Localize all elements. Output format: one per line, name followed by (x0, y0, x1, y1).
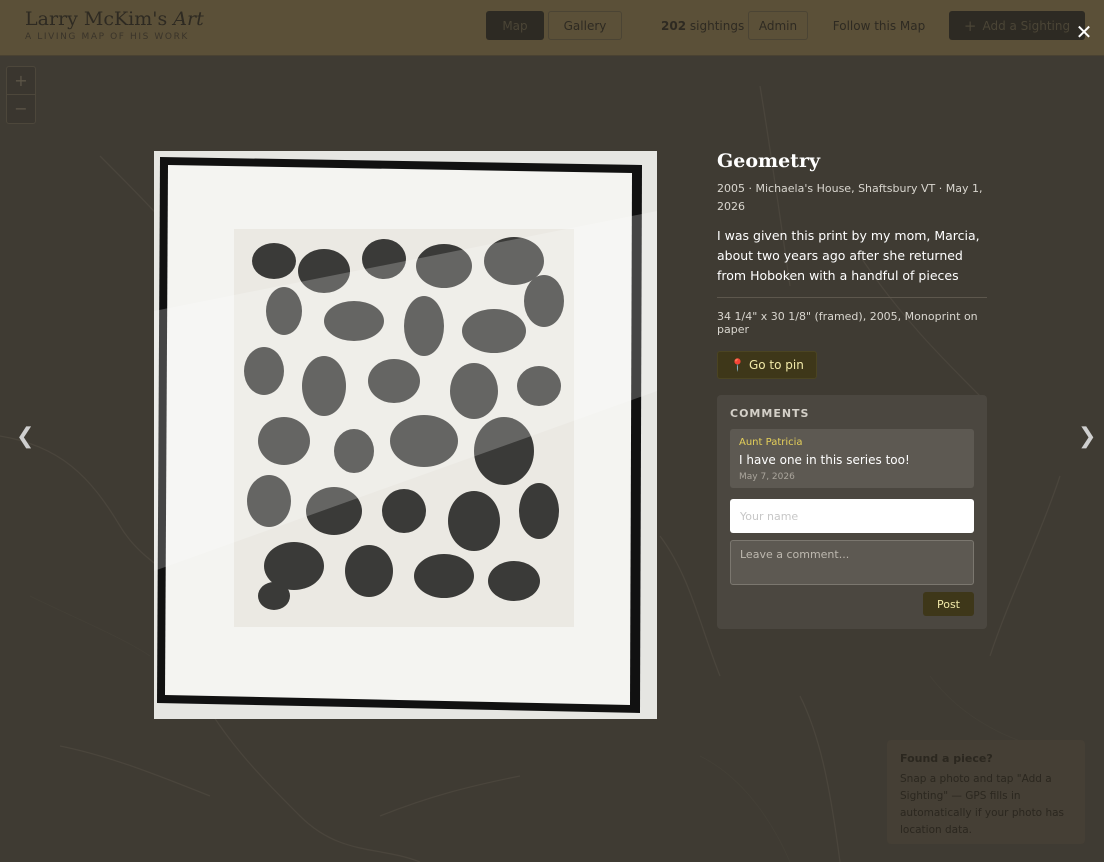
admin-button[interactable]: Admin (748, 11, 808, 40)
go-to-pin-button[interactable]: 📍 Go to pin (717, 351, 817, 379)
comment-date: May 7, 2026 (739, 472, 795, 482)
header: Larry McKim's Art A LIVING MAP OF HIS WO… (0, 0, 1104, 56)
go-to-pin-label: Go to pin (748, 358, 804, 372)
nav-map-button[interactable]: Map (486, 11, 544, 40)
comment-item: Aunt Patricia I have one in this series … (730, 429, 974, 488)
sightings-label: sightings (689, 19, 745, 33)
comments-section: COMMENTS Aunt Patricia I have one in thi… (717, 395, 987, 629)
follow-map-button[interactable]: Follow this Map (826, 11, 932, 40)
plus-icon: + (963, 16, 977, 35)
post-button[interactable]: Post (923, 592, 974, 616)
divider (717, 297, 987, 298)
name-input[interactable]: Your name (730, 499, 974, 533)
next-arrow-icon[interactable]: ❯ (1078, 424, 1096, 449)
artwork-spec: 34 1/4" x 30 1/8" (framed), 2005, Monopr… (717, 310, 978, 336)
artwork-info-panel: Geometry 2005 · Michaela's House, Shafts… (717, 150, 987, 629)
site-title-italic: Art (173, 8, 204, 30)
artwork-description: I was given this print by my mom, Marcia… (717, 228, 980, 283)
comments-heading: COMMENTS (730, 407, 810, 420)
zoom-in-button[interactable]: + (7, 67, 35, 94)
prev-arrow-icon[interactable]: ❮ (16, 424, 34, 449)
comment-text: I have one in this series too! (739, 453, 910, 467)
add-sighting-label: Add a Sighting (982, 18, 1071, 33)
pin-icon: 📍 (730, 358, 745, 372)
artwork-photo (154, 151, 657, 719)
found-piece-tip: Found a piece? Snap a photo and tap "Add… (887, 740, 1085, 844)
artwork-title: Geometry (717, 150, 821, 172)
post-row: Post (730, 592, 974, 616)
artwork-meta: 2005 · Michaela's House, Shaftsbury VT ·… (717, 182, 983, 213)
site-title[interactable]: Larry McKim's Art (25, 8, 204, 30)
sightings-count: 202 sightings (661, 19, 744, 33)
site-subtitle: A LIVING MAP OF HIS WORK (25, 32, 189, 42)
sightings-number: 202 (661, 19, 687, 33)
comment-author: Aunt Patricia (739, 437, 803, 448)
tip-body: Snap a photo and tap "Add a Sighting" — … (900, 773, 1065, 836)
tip-title: Found a piece? (900, 752, 993, 765)
comment-textarea[interactable]: Leave a comment... (730, 540, 974, 585)
zoom-control: + − (6, 66, 36, 124)
add-sighting-button[interactable]: + Add a Sighting (949, 11, 1085, 40)
nav-gallery-button[interactable]: Gallery (548, 11, 622, 40)
site-title-text: Larry McKim's (25, 8, 174, 30)
close-icon[interactable]: ✕ (1072, 20, 1096, 44)
zoom-out-button[interactable]: − (7, 94, 35, 122)
